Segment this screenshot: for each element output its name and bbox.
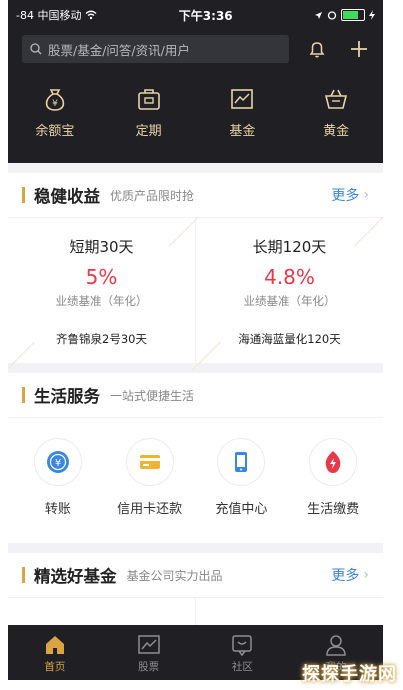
watermark: 探探手游网 bbox=[302, 664, 397, 685]
wifi-icon bbox=[86, 10, 97, 20]
safe-icon bbox=[137, 89, 160, 110]
divider bbox=[8, 163, 383, 173]
tab-label: 股票 bbox=[138, 661, 160, 673]
section-title: 生活服务 bbox=[34, 387, 100, 406]
status-bar: -84 中国移动 下午3:36 bbox=[8, 0, 383, 30]
section-title: 稳健收益 bbox=[34, 187, 100, 206]
search-input[interactable]: 股票/基金/问答/资讯/用户 bbox=[22, 35, 289, 63]
section-subtitle: 优质产品限时抢 bbox=[110, 188, 195, 203]
product-name: 短期30天 bbox=[69, 238, 134, 256]
user-icon bbox=[326, 635, 346, 656]
community-icon bbox=[232, 635, 253, 657]
life-services-section: 生活服务 一站式便捷生活 ¥ 转账 信用卡还款 充值中心 生活缴费 bbox=[8, 373, 383, 543]
chart-icon bbox=[231, 89, 254, 109]
alarm-icon bbox=[327, 11, 337, 20]
svg-text:¥: ¥ bbox=[52, 99, 58, 109]
search-placeholder: 股票/基金/问答/资讯/用户 bbox=[48, 42, 190, 58]
more-label: 更多 bbox=[331, 188, 360, 204]
steady-income-section: 稳健收益 优质产品限时抢 更多 › 短期30天 5% 业绩基准（年化） 齐鲁锦泉2… bbox=[8, 173, 383, 371]
divider bbox=[8, 543, 383, 553]
credit-card-icon bbox=[139, 455, 160, 469]
service-credit-card[interactable]: 信用卡还款 bbox=[106, 438, 194, 543]
section-title: 精选好基金 bbox=[34, 567, 117, 586]
product-benchmark: 业绩基准（年化） bbox=[55, 294, 148, 308]
bolt-icon bbox=[325, 451, 341, 473]
clock: 下午3:36 bbox=[178, 8, 233, 23]
quick-action-label: 定期 bbox=[135, 124, 162, 139]
section-subtitle: 一站式便捷生活 bbox=[110, 388, 195, 403]
tab-home[interactable]: 首页 bbox=[20, 633, 90, 674]
tab-community[interactable]: 社区 bbox=[207, 633, 277, 674]
product-rate: 4.8% bbox=[264, 265, 315, 289]
section-subtitle: 基金公司实力出品 bbox=[126, 568, 223, 583]
product-name: 长期120天 bbox=[252, 238, 327, 256]
service-label: 充值中心 bbox=[215, 502, 268, 517]
more-link[interactable]: 更多 › bbox=[331, 185, 369, 205]
service-utilities[interactable]: 生活缴费 bbox=[289, 438, 377, 543]
stock-chart-icon bbox=[137, 635, 160, 654]
product-fund: 海通海蓝量化120天 bbox=[238, 332, 341, 346]
section-bar bbox=[22, 387, 25, 403]
add-icon[interactable] bbox=[349, 39, 369, 59]
more-label: 更多 bbox=[331, 568, 360, 584]
home-icon bbox=[45, 636, 64, 654]
money-bag-icon: ¥ bbox=[45, 89, 65, 111]
carrier-label: -84 中国移动 bbox=[16, 9, 82, 22]
header: -84 中国移动 下午3:36 股票/基金/问答/资讯/用户 ¥ 余额宝 定期 … bbox=[8, 0, 383, 163]
service-label: 信用卡还款 bbox=[117, 502, 183, 517]
product-card-short[interactable]: 短期30天 5% 业绩基准（年化） 齐鲁锦泉2号30天 bbox=[8, 218, 195, 363]
product-fund: 齐鲁锦泉2号30天 bbox=[56, 332, 147, 346]
quick-actions: ¥ 余额宝 定期 基金 黄金 bbox=[8, 66, 383, 139]
phone-icon bbox=[235, 452, 248, 472]
service-label: 转账 bbox=[44, 502, 71, 517]
chevron-right-icon: › bbox=[363, 187, 369, 203]
product-rate: 5% bbox=[85, 265, 118, 289]
section-bar bbox=[22, 187, 25, 203]
quick-action-label: 黄金 bbox=[323, 124, 350, 139]
transfer-icon: ¥ bbox=[46, 451, 69, 473]
quick-action-yuebao[interactable]: ¥ 余额宝 bbox=[15, 86, 95, 139]
tab-label: 首页 bbox=[44, 661, 66, 673]
section-header: 稳健收益 优质产品限时抢 更多 › bbox=[8, 173, 383, 218]
charging-icon bbox=[368, 10, 375, 20]
quick-action-fund[interactable]: 基金 bbox=[202, 86, 282, 139]
quick-action-label: 基金 bbox=[229, 124, 256, 139]
battery-icon bbox=[340, 9, 365, 21]
quick-action-gold[interactable]: 黄金 bbox=[296, 86, 376, 139]
basket-icon bbox=[325, 89, 348, 109]
section-header: 生活服务 一站式便捷生活 bbox=[8, 373, 383, 418]
quick-action-fixed[interactable]: 定期 bbox=[109, 86, 189, 139]
search-icon bbox=[30, 43, 42, 55]
app-screen: -84 中国移动 下午3:36 股票/基金/问答/资讯/用户 ¥ 余额宝 定期 … bbox=[8, 0, 383, 690]
chevron-right-icon: › bbox=[363, 567, 369, 583]
section-bar bbox=[22, 567, 25, 583]
tab-label: 社区 bbox=[231, 661, 253, 673]
product-benchmark: 业绩基准（年化） bbox=[243, 294, 336, 308]
quick-action-label: 余额宝 bbox=[35, 124, 75, 139]
product-card-long[interactable]: 长期120天 4.8% 业绩基准（年化） 海通海蓝量化120天 bbox=[195, 218, 383, 363]
service-label: 生活缴费 bbox=[307, 502, 360, 517]
location-arrow-icon bbox=[314, 11, 322, 19]
tab-stocks[interactable]: 股票 bbox=[114, 633, 184, 674]
service-transfer[interactable]: ¥ 转账 bbox=[14, 438, 102, 543]
more-link[interactable]: 更多 › bbox=[331, 565, 369, 585]
bell-icon[interactable] bbox=[307, 39, 327, 59]
svg-text:¥: ¥ bbox=[55, 458, 61, 469]
section-header: 精选好基金 基金公司实力出品 更多 › bbox=[8, 553, 383, 598]
service-recharge[interactable]: 充值中心 bbox=[197, 438, 285, 543]
